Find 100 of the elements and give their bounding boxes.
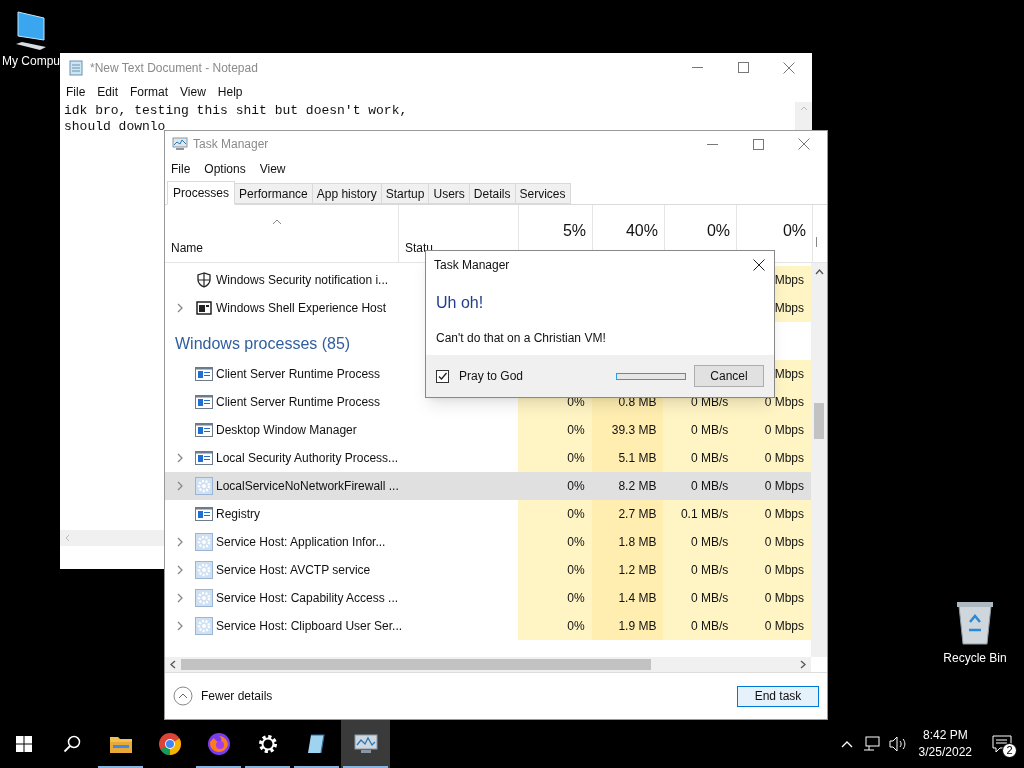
desktop-icon-label[interactable]: Recycle Bin <box>943 649 1007 667</box>
usage-value: 0% <box>567 478 585 495</box>
process-row[interactable]: Desktop Window Manager 0% 39.3 MB 0 MB/s 0 Mbps <box>165 416 811 444</box>
minimize-icon[interactable] <box>706 143 718 145</box>
process-name: Service Host: Application Infor... <box>216 534 386 551</box>
maximize-icon[interactable] <box>737 62 749 73</box>
usage-value: 0% <box>567 590 585 607</box>
sort-up-icon[interactable] <box>272 219 282 225</box>
browser-icon <box>157 732 182 756</box>
cancel-button[interactable]: Cancel <box>694 365 764 387</box>
expand-chevron-icon[interactable] <box>177 565 183 575</box>
process-row[interactable]: Service Host: Clipboard User Ser... 0% 1.9 MB 0 MB/s 0 Mbps <box>165 612 811 640</box>
desktop-icon-label[interactable]: My Compu <box>2 52 60 70</box>
expand-chevron-icon[interactable] <box>177 481 183 491</box>
tab[interactable]: Startup <box>381 183 430 204</box>
usage-value: 0 MB/s <box>690 450 729 467</box>
recycle-bin-icon[interactable] <box>955 600 995 646</box>
scroll-thumb[interactable] <box>814 403 824 439</box>
scroll-right-icon[interactable] <box>800 660 806 669</box>
collapse-up-icon[interactable] <box>173 686 193 706</box>
minimize-icon[interactable] <box>691 67 703 68</box>
tab[interactable]: Performance <box>235 183 313 204</box>
tab[interactable]: App history <box>312 183 382 204</box>
process-row[interactable]: LocalServiceNoNetworkFirewall ... 0% 8.2 MB 0 MB/s 0 Mbps <box>165 472 811 500</box>
horizontal-scrollbar[interactable] <box>60 530 164 546</box>
tab[interactable]: Users <box>429 183 470 204</box>
usage-value: 8.2 MB <box>618 478 657 495</box>
notification-button[interactable]: 2 <box>980 720 1024 768</box>
clock-time[interactable]: 8:42 PM <box>922 727 968 744</box>
tab[interactable]: Details <box>469 183 516 204</box>
usage-value: 0 MB/s <box>690 618 729 635</box>
expand-chevron-icon[interactable] <box>177 303 183 313</box>
network-icon[interactable] <box>862 736 881 752</box>
usage-percent[interactable]: 0% <box>782 219 806 239</box>
process-name: LocalServiceNoNetworkFirewall ... <box>216 478 399 495</box>
process-row[interactable]: Service Host: Application Infor... 0% 1.8 MB 0 MB/s 0 Mbps <box>165 528 811 556</box>
usage-value: 0% <box>567 506 585 523</box>
windows-logo-icon[interactable] <box>16 736 32 752</box>
menu-item[interactable]: View <box>175 83 211 101</box>
process-row[interactable]: Service Host: AVCTP service 0% 1.2 MB 0 MB/s 0 Mbps <box>165 556 811 584</box>
menu-item[interactable]: View <box>253 160 292 178</box>
process-row[interactable]: Local Security Authority Process... 0% 5.1 MB 0 MB/s 0 Mbps <box>165 444 811 472</box>
usage-value: 0 MB/s <box>690 562 729 579</box>
maximize-icon[interactable] <box>752 138 764 150</box>
vertical-scrollbar[interactable] <box>795 102 812 130</box>
dialog-heading: Uh oh! <box>436 293 485 313</box>
process-name: Windows Shell Experience Host <box>216 300 387 317</box>
process-row[interactable]: Registry 0% 2.7 MB 0.1 MB/s 0 Mbps <box>165 500 811 528</box>
column-edge-icon <box>816 235 820 247</box>
usage-value: 1.2 MB <box>618 562 657 579</box>
scroll-left-icon[interactable] <box>170 660 176 669</box>
expand-chevron-icon[interactable] <box>177 453 183 463</box>
chevron-up-icon[interactable] <box>840 740 853 748</box>
process-name: Registry <box>216 506 260 523</box>
vertical-scrollbar[interactable] <box>811 263 827 657</box>
search-icon[interactable] <box>63 735 81 753</box>
expand-chevron-icon[interactable] <box>177 621 183 631</box>
scroll-thumb[interactable] <box>181 659 651 670</box>
expand-chevron-icon[interactable] <box>177 537 183 547</box>
column-header[interactable]: Name <box>171 239 392 257</box>
close-icon[interactable] <box>753 259 765 271</box>
tab[interactable]: Processes <box>167 181 236 205</box>
usage-percent[interactable]: 0% <box>706 219 730 239</box>
usage-value: 0 MB/s <box>690 590 729 607</box>
menu-item[interactable]: Format <box>125 83 174 101</box>
text-line: idk bro, testing this shit but doesn't work, <box>64 103 408 119</box>
menu-item[interactable]: Options <box>198 160 252 178</box>
notification-badge: 2 <box>1002 743 1017 758</box>
process-row[interactable]: Service Host: Capability Access ... 0% 1.4 MB 0 MB/s 0 Mbps <box>165 584 811 612</box>
app-window-icon <box>195 395 213 409</box>
end-task-button[interactable]: End task <box>737 685 819 707</box>
usage-value: 0 Mbps <box>764 450 804 467</box>
window-title: *New Text Document - Notepad <box>90 59 259 77</box>
tab[interactable]: Services <box>515 183 571 204</box>
speech-bubble-icon[interactable] <box>992 735 1012 753</box>
usage-percent[interactable]: 5% <box>562 219 586 239</box>
clock-date[interactable]: 3/25/2022 <box>918 744 972 761</box>
usage-value: 0 Mbps <box>764 618 804 635</box>
usage-percent[interactable]: 40% <box>625 219 658 239</box>
process-name: Service Host: Capability Access ... <box>216 590 399 607</box>
expand-chevron-icon[interactable] <box>177 593 183 603</box>
usage-value: 0% <box>567 422 585 439</box>
fewer-details-link[interactable]: Fewer details <box>201 687 273 705</box>
taskbar-app[interactable] <box>341 720 390 768</box>
usage-value: 2.7 MB <box>618 506 657 523</box>
fox-browser-icon <box>206 732 231 756</box>
notepad-icon <box>68 59 84 76</box>
menu-item[interactable]: Edit <box>92 83 124 101</box>
menu-item[interactable]: File <box>165 160 197 178</box>
checkbox-label[interactable]: Pray to God <box>459 367 524 385</box>
usage-value: Mbps <box>774 366 804 383</box>
checkbox[interactable] <box>436 369 449 383</box>
menu-item[interactable]: File <box>61 83 91 101</box>
notepad-icon <box>305 733 328 755</box>
menu-item[interactable]: Help <box>212 83 248 101</box>
app-window-icon <box>195 507 213 521</box>
process-name: Service Host: AVCTP service <box>216 562 371 579</box>
horizontal-scrollbar[interactable] <box>165 657 811 672</box>
scroll-up-icon[interactable] <box>814 269 824 275</box>
volume-icon[interactable] <box>888 736 907 752</box>
